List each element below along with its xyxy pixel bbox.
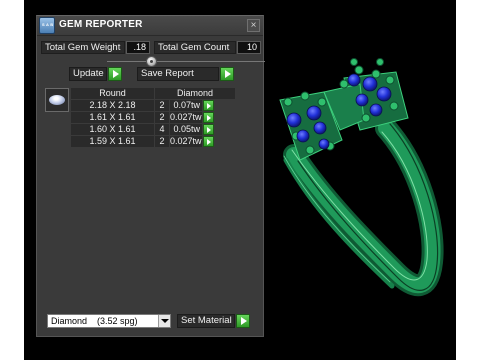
- prong-14: [376, 58, 384, 66]
- prong-3: [317, 97, 327, 107]
- gem-1: [286, 112, 302, 128]
- table-header-row: Round Diamond: [71, 88, 239, 99]
- gem-2: [306, 105, 322, 121]
- total-count-value: 10: [237, 41, 261, 54]
- gem-weight: 0.027tw: [170, 136, 202, 147]
- gem-weight: 0.05tw: [170, 124, 202, 135]
- gem-shape-thumbnail[interactable]: [45, 88, 69, 112]
- slider-knob[interactable]: [146, 56, 157, 67]
- prong-7: [339, 79, 349, 89]
- gem-weight: 0.027tw: [170, 112, 202, 123]
- material-dropdown[interactable]: Diamond (3.52 spg): [47, 314, 171, 328]
- prong-10: [385, 75, 395, 85]
- gem-size: 1.60 X 1.61: [71, 124, 154, 135]
- save-report-go-icon[interactable]: [220, 67, 234, 81]
- gem-weight: 0.07tw: [170, 100, 202, 111]
- table-row[interactable]: 1.59 X 1.61 2 0.027tw: [71, 136, 239, 147]
- total-count-label: Total Gem Count: [154, 41, 236, 54]
- prong-12: [361, 113, 371, 123]
- prong-8: [354, 65, 364, 75]
- panel-titlebar[interactable]: S A B GEM REPORTER ×: [37, 16, 263, 36]
- prong-9: [371, 69, 381, 79]
- gem-10: [369, 103, 383, 117]
- gem-size: 2.18 X 2.18: [71, 100, 154, 111]
- gem-3: [313, 121, 327, 135]
- gem-8: [376, 86, 392, 102]
- gem-reporter-panel: S A B GEM REPORTER × Total Gem Weight .1…: [36, 15, 265, 337]
- material-selected-value: Diamond (3.52 spg): [51, 316, 138, 326]
- set-material-button[interactable]: Set Material: [177, 314, 235, 328]
- save-report-button[interactable]: Save Report: [137, 67, 219, 81]
- gem-size: 1.61 X 1.61: [71, 112, 154, 123]
- gem-count: 2: [155, 136, 169, 147]
- gem-5: [318, 138, 330, 150]
- total-weight-value: .18: [126, 41, 150, 54]
- gem-9: [355, 93, 369, 107]
- row-select-go-icon[interactable]: [203, 136, 214, 147]
- round-gem-icon: [49, 95, 65, 105]
- prong-13: [350, 58, 358, 66]
- table-row[interactable]: 1.60 X 1.61 4 0.05tw: [71, 124, 239, 135]
- prong-11: [389, 101, 399, 111]
- update-go-icon[interactable]: [108, 67, 122, 81]
- update-button[interactable]: Update: [69, 67, 107, 81]
- gem-size: 1.59 X 1.61: [71, 136, 154, 147]
- header-shape: Round: [71, 88, 154, 99]
- row-select-go-icon[interactable]: [203, 100, 214, 111]
- table-row[interactable]: 1.61 X 1.61 2 0.027tw: [71, 112, 239, 123]
- gem-count: 4: [155, 124, 169, 135]
- total-weight-label: Total Gem Weight: [41, 41, 125, 54]
- row-select-go-icon[interactable]: [203, 124, 214, 135]
- gem-7: [362, 76, 378, 92]
- close-button[interactable]: ×: [247, 19, 260, 32]
- chevron-down-icon[interactable]: [158, 315, 170, 327]
- prong-5: [305, 145, 315, 155]
- gem-table: Round Diamond 2.18 X 2.18 2 0.07tw 1.61 …: [71, 88, 239, 148]
- table-row[interactable]: 2.18 X 2.18 2 0.07tw: [71, 100, 239, 111]
- prong-1: [283, 97, 293, 107]
- header-material: Diamond: [155, 88, 235, 99]
- gem-count: 2: [155, 100, 169, 111]
- gem-4: [296, 129, 310, 143]
- gem-6: [347, 73, 361, 87]
- set-material-go-icon[interactable]: [236, 314, 250, 328]
- row-select-go-icon[interactable]: [203, 112, 214, 123]
- panel-title: GEM REPORTER: [59, 19, 143, 30]
- prong-2: [300, 91, 310, 101]
- gem-count: 2: [155, 112, 169, 123]
- slider-track: [107, 61, 265, 62]
- app-logo-icon: S A B: [39, 17, 55, 34]
